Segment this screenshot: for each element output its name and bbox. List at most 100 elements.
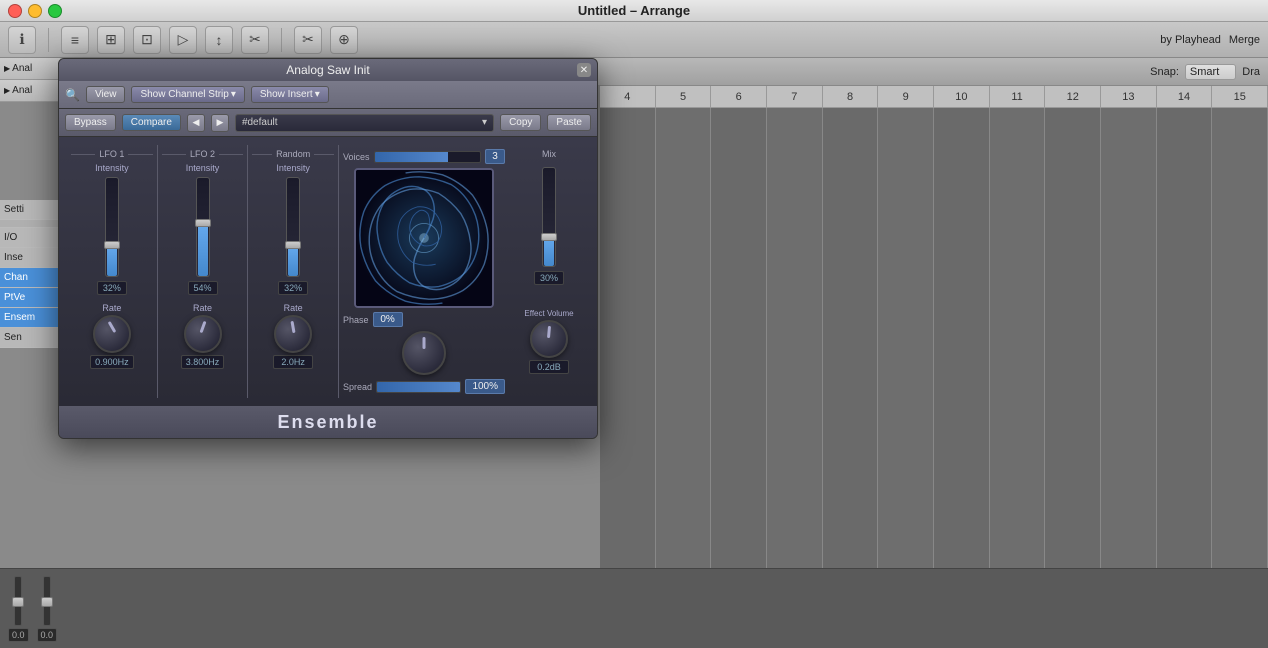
top-toolbar: ℹ ≡ ⊞ ⊡ ▷ ↕ ✂ ✂ ⊕ by Playhead Merge [0,22,1268,58]
lfo2-intensity-slider[interactable] [196,177,210,277]
voices-row: Voices 3 [343,149,505,164]
separator [0,220,65,228]
mix-slider[interactable] [542,167,556,267]
lfo2-rate-knob[interactable] [184,315,222,353]
plugin-name: Ensemble [277,412,378,433]
inspector-row-1[interactable]: ▶ Anal [0,58,60,80]
fader-2: 0.0 [37,576,58,642]
phase-knob[interactable] [402,331,446,375]
view-button[interactable]: View [86,86,126,103]
left-item-io[interactable]: I/O [0,228,65,248]
inspector-row-2[interactable]: ▶ Anal [0,80,60,102]
fader-thumb-1[interactable] [12,597,24,607]
visualization-canvas [354,168,494,308]
arrange-col-2 [656,108,712,648]
fader-thumb-2[interactable] [41,597,53,607]
fader-track-1[interactable] [14,576,22,626]
arrange-col-6 [878,108,934,648]
tool-icon-4[interactable]: ▷ [169,26,197,54]
title-bar: Untitled – Arrange [0,0,1268,22]
lfo1-rate-knob[interactable] [93,315,131,353]
track-num-12: 12 [1045,86,1101,107]
tool-icon-2[interactable]: ⊞ [97,26,125,54]
random-thumb[interactable] [285,241,301,249]
arrange-col-12 [1212,108,1268,648]
track-numbers: 4 5 6 7 8 9 10 11 12 13 14 15 [600,86,1268,108]
lfo1-thumb[interactable] [104,241,120,249]
next-preset-button[interactable]: ▶ [211,114,229,132]
random-rate-knob[interactable] [274,315,312,353]
arrange-area[interactable] [600,108,1268,648]
tool-icon-6[interactable]: ✂ [241,26,269,54]
mix-section-label: Mix [538,149,560,159]
arrange-col-3 [711,108,767,648]
left-item-ensem[interactable]: Ensem [0,308,65,328]
plugin-toolbar-2: Bypass Compare ◀ ▶ #default ▾ Copy Paste [59,109,597,137]
snap-select[interactable]: Smart [1185,64,1236,80]
main-sections: LFO 1 Intensity 32% Rate 0.900Hz [67,145,589,398]
paste-button[interactable]: Paste [547,114,591,131]
copy-button[interactable]: Copy [500,114,541,131]
phase-row: Phase 0% [343,312,505,327]
left-item-settings[interactable]: Setti [0,200,65,220]
plugin-title: Analog Saw Init [286,63,369,77]
mix-thumb[interactable] [541,233,557,241]
tool-icon-5[interactable]: ↕ [205,26,233,54]
window-controls[interactable] [8,4,62,18]
lfo1-intensity-slider[interactable] [105,177,119,277]
bottom-area: 0.0 0.0 [0,568,1268,648]
track-num-8: 8 [823,86,879,107]
track-num-5: 5 [656,86,712,107]
voices-fill [375,152,449,162]
tool-icon-7[interactable]: ✂ [294,26,322,54]
spread-fill [377,382,460,392]
spread-row: Spread 100% [343,379,505,394]
center-section: Voices 3 [339,145,509,398]
close-button[interactable] [8,4,22,18]
compare-button[interactable]: Compare [122,114,181,131]
lfo1-label: LFO 1 [71,149,153,159]
plugin-body: LFO 1 Intensity 32% Rate 0.900Hz [59,137,597,406]
effect-volume-knob[interactable] [530,320,568,358]
show-insert-button[interactable]: Show Insert ▾ [251,86,329,103]
random-fill [288,245,298,276]
left-item-chan[interactable]: Chan [0,268,65,288]
tool-icon-1[interactable]: ≡ [61,26,89,54]
plugin-close-button[interactable]: ✕ [577,63,591,77]
left-item-ptve[interactable]: PtVe [0,288,65,308]
lfo1-rate-value: 0.900Hz [90,355,134,369]
left-item-sen[interactable]: Sen [0,328,65,348]
spread-label: Spread [343,382,372,392]
left-item-insert[interactable]: Inse [0,248,65,268]
lfo2-section: LFO 2 Intensity 54% Rate 3.800Hz [158,145,249,398]
lfo1-fill [107,245,117,276]
random-intensity-value: 32% [278,281,308,295]
bypass-button[interactable]: Bypass [65,114,116,131]
random-intensity-label: Intensity [276,163,310,173]
tool-icon-3[interactable]: ⊡ [133,26,161,54]
channel-strip-button[interactable]: Show Channel Strip ▾ [131,86,244,103]
lfo2-thumb[interactable] [195,219,211,227]
spread-value: 100% [465,379,505,394]
spread-slider[interactable] [376,381,461,393]
voices-slider[interactable] [374,151,481,163]
random-section: Random Intensity 32% Rate 2.0Hz [248,145,339,398]
lfo1-section: LFO 1 Intensity 32% Rate 0.900Hz [67,145,158,398]
arrow-icon-1: ▶ [4,64,10,73]
fader-track-2[interactable] [43,576,51,626]
preset-selector[interactable]: #default ▾ [235,114,494,132]
lfo1-rate-container: Rate 0.900Hz [71,303,153,369]
track-num-10: 10 [934,86,990,107]
maximize-button[interactable] [48,4,62,18]
spacer2 [162,295,244,303]
random-intensity-container: Intensity 32% [252,163,334,295]
arrange-col-1 [600,108,656,648]
random-intensity-slider[interactable] [286,177,300,277]
fader-value-1: 0.0 [8,628,29,642]
view-icon: 🔍 [65,88,80,102]
minimize-button[interactable] [28,4,42,18]
prev-preset-button[interactable]: ◀ [187,114,205,132]
arrange-col-7 [934,108,990,648]
info-icon[interactable]: ℹ [8,26,36,54]
tool-icon-8[interactable]: ⊕ [330,26,358,54]
